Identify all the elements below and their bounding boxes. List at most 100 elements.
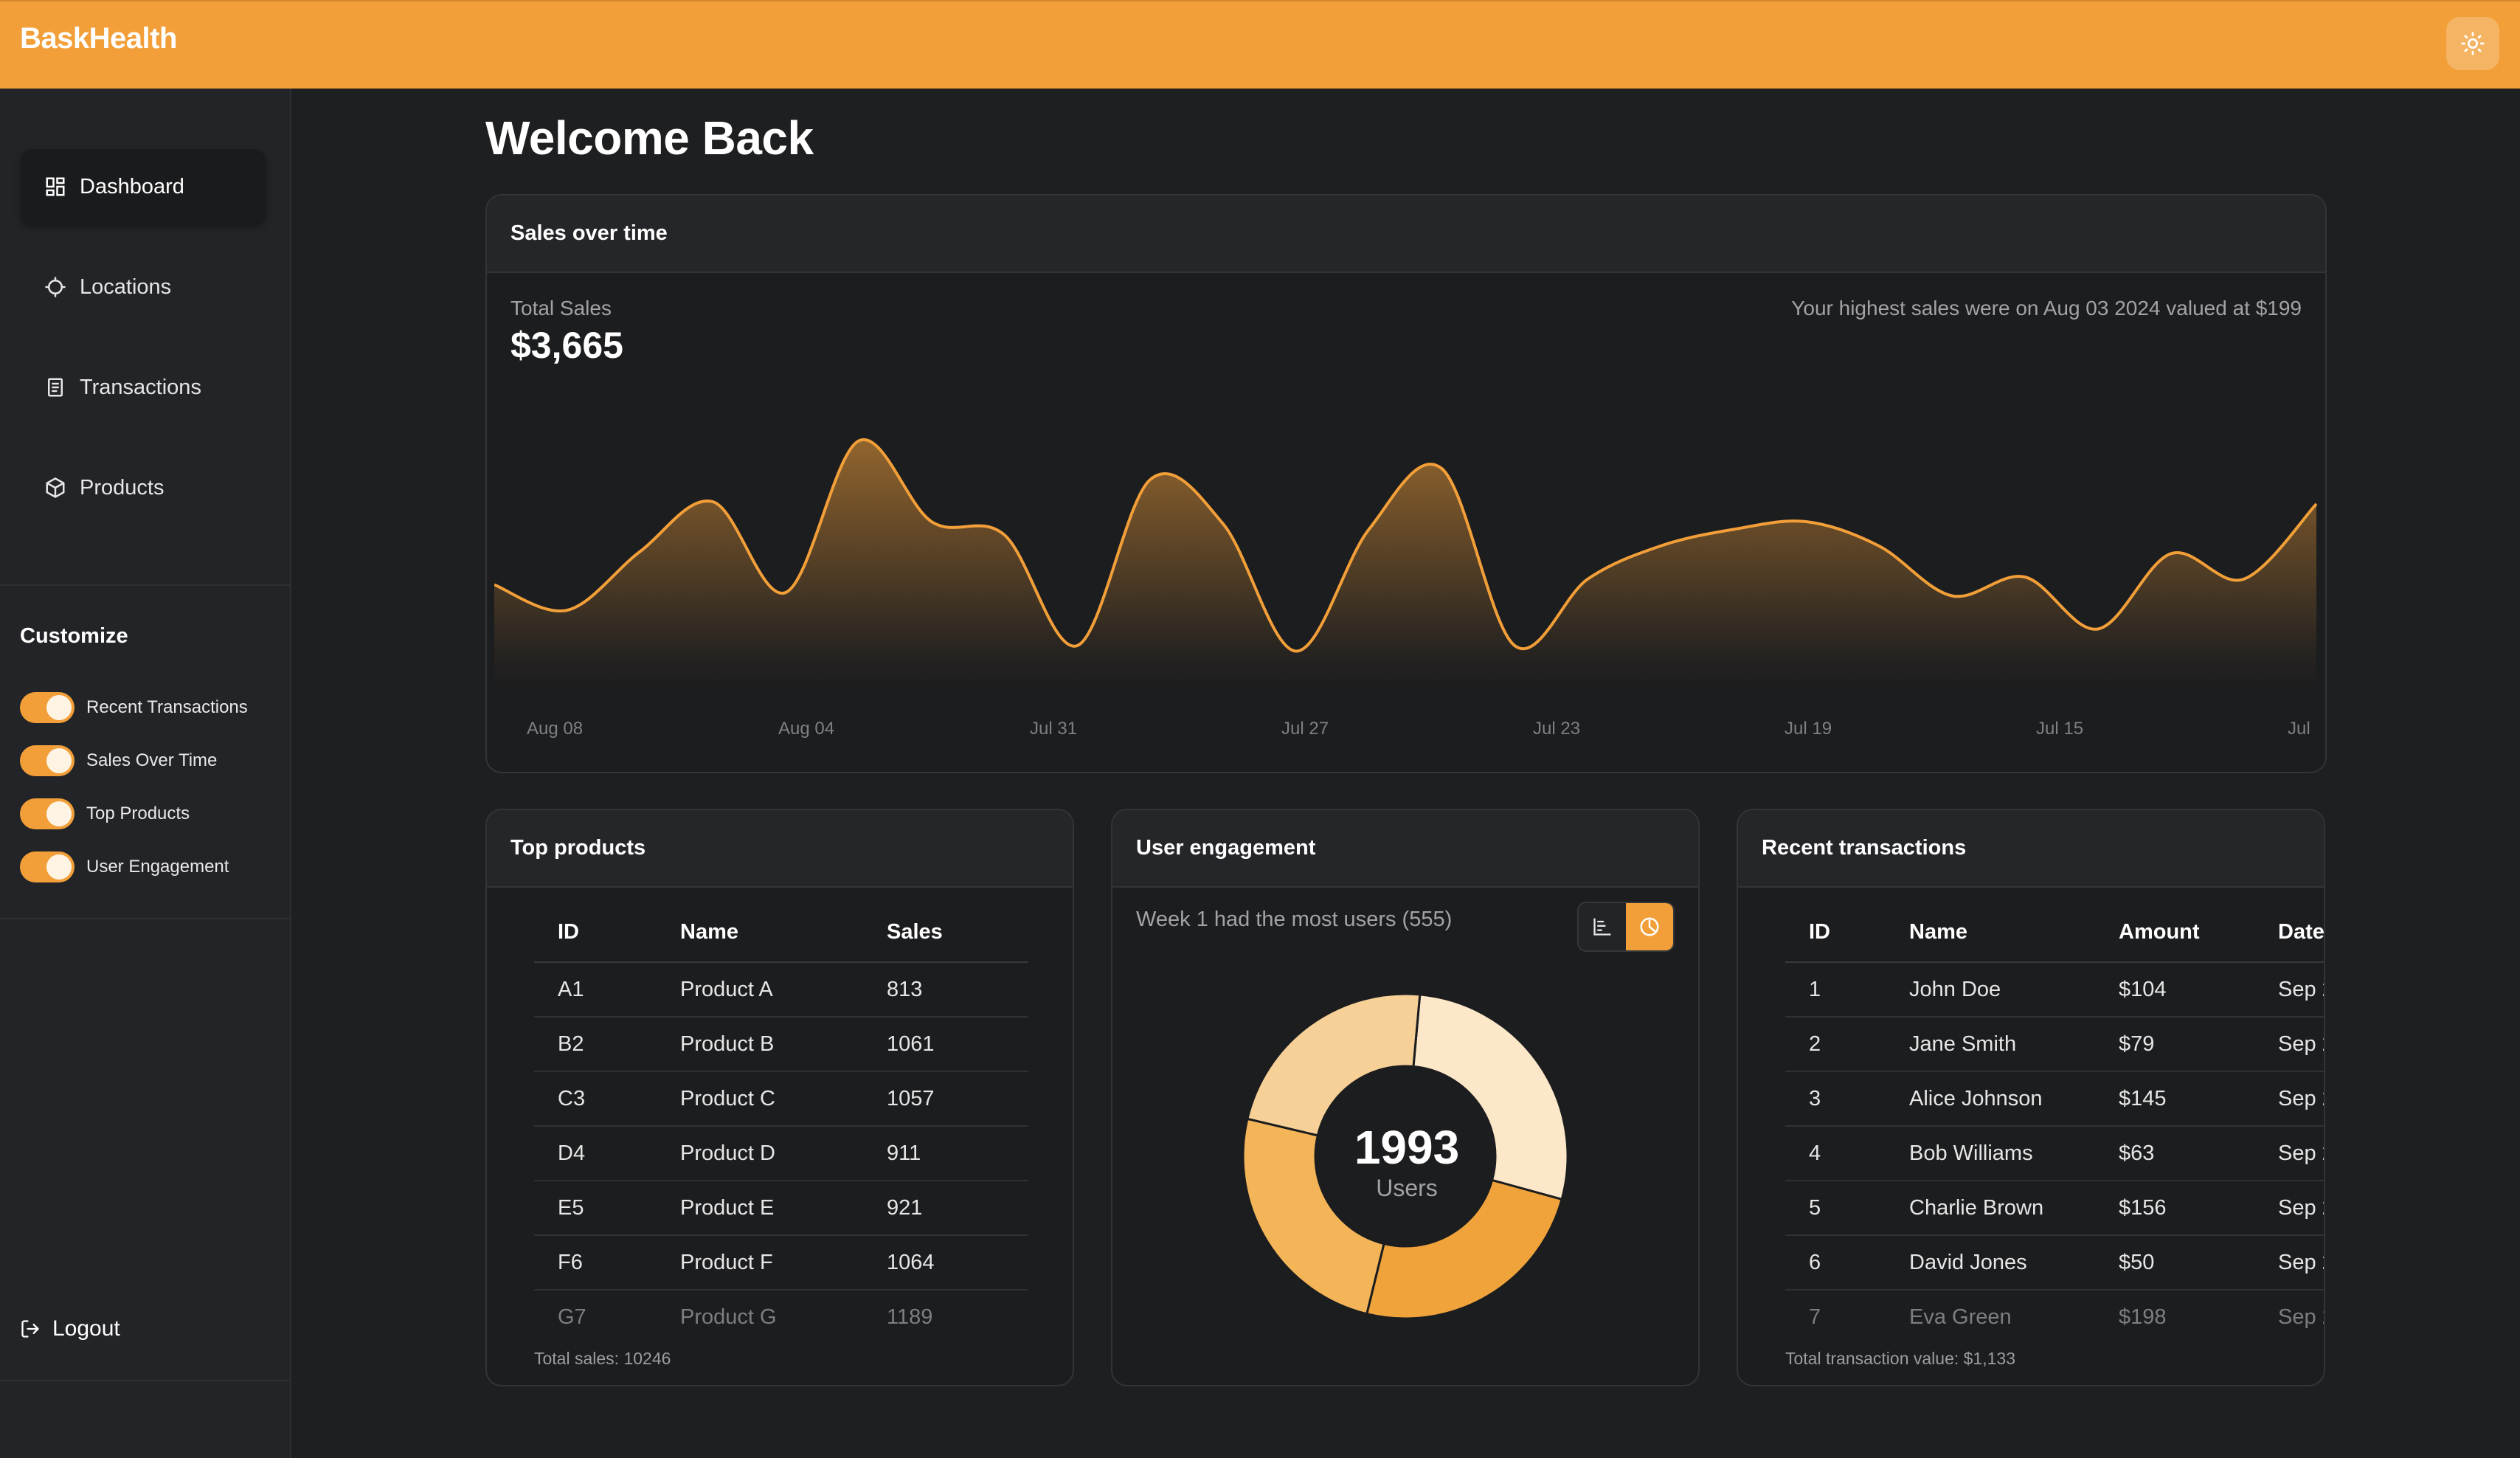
sidebar-item-label: Products [80,475,165,500]
sidebar-divider [0,584,290,586]
cell-id: B2 [534,1017,657,1072]
donut-slice[interactable] [1246,992,1422,1137]
table-row[interactable]: 7 Eva Green $198 Sep 2 [1785,1290,2324,1344]
brand-logo[interactable]: BaskHealth [20,22,177,55]
x-axis-tick-label: Jul 23 [1533,719,1580,739]
box-icon [46,477,65,498]
cell-name: Product B [657,1017,863,1072]
toggle-sales-over-time[interactable]: Sales Over Time [20,745,217,776]
pie-chart-icon [1640,917,1659,936]
user-engagement-card: User engagement Week 1 had the most user… [1111,809,1700,1386]
sidebar-item-locations[interactable]: Locations [21,249,266,325]
table-row[interactable]: F6 Product F 1064 [534,1235,1028,1291]
toggle-label: Recent Transactions [86,697,248,717]
cell-date: Sep 2 [2254,1181,2324,1236]
toggle-switch[interactable] [20,798,75,829]
table-row[interactable]: 1John Doe$104Sep 2 [1785,962,2324,1018]
table-row[interactable]: 5Charlie Brown$156Sep 2 [1785,1181,2324,1236]
cell-date: Sep 2 [2278,1305,2324,1329]
cell-amount: $145 [2095,1071,2254,1127]
toggle-user-engagement[interactable]: User Engagement [20,851,229,882]
cell-sales: 813 [863,962,1028,1018]
x-axis-tick-label: Jul 27 [1281,719,1329,739]
cell-name: Product F [657,1235,863,1291]
toggle-switch[interactable] [20,745,75,776]
cell-name: Charlie Brown [1886,1181,2095,1236]
receipt-icon [48,378,63,397]
table-row[interactable]: G7 Product G 1189 [534,1290,1028,1344]
top-bar: BaskHealth [0,0,2520,89]
sidebar-divider [0,1380,290,1381]
top-products-table: ID Name Sales A1 Product A 813 B2 Product B… [534,903,1028,1344]
cell-id: 1 [1785,962,1886,1018]
x-axis-tick-label: Aug 04 [778,719,834,739]
cell-id: G7 [558,1305,586,1329]
cell-name: Bob Williams [1886,1126,2095,1181]
sidebar-item-label: Locations [80,274,172,299]
total-sales-value: $3,665 [510,325,623,366]
toggle-switch[interactable] [20,851,75,882]
x-axis-tick-label: Jul 31 [1030,719,1077,739]
sidebar-item-label: Transactions [80,375,201,399]
toggle-label: Top Products [86,804,190,823]
cell-id: F6 [534,1235,657,1291]
logout-button[interactable]: Logout [20,1316,120,1341]
toggle-label: Sales Over Time [86,750,218,770]
location-icon [45,277,66,297]
column-header[interactable]: Amount [2095,903,2254,963]
theme-toggle-button[interactable] [2446,17,2499,70]
table-row[interactable]: D4 Product D 911 [534,1126,1028,1181]
table-row[interactable]: A1 Product A 813 [534,962,1028,1018]
sidebar-item-products[interactable]: Products [21,450,266,525]
table-row[interactable]: B2 Product B 1061 [534,1017,1028,1072]
column-header[interactable]: ID [534,903,657,963]
cell-name: Product C [657,1071,863,1127]
x-axis-tick-label: Jul [2288,719,2310,739]
cell-date: Sep 2 [2254,1071,2324,1127]
table-row[interactable]: E5 Product E 921 [534,1181,1028,1236]
toggle-top-products[interactable]: Top Products [20,798,190,829]
recent-transactions-card: Recent transactions ID Name Amount Date … [1737,809,2325,1386]
bar-chart-icon [1593,918,1611,936]
sidebar-item-transactions[interactable]: Transactions [21,350,266,425]
sales-over-time-card: Sales over time Total Sales $3,665 Your … [485,194,2327,773]
page-title: Welcome Back [485,111,814,165]
sidebar: Dashboard Locations Transactions Product… [0,89,291,1458]
recent-transactions-table: ID Name Amount Date 1John Doe$104Sep 2 2… [1785,903,2324,1344]
total-users-number: 1993 [1354,1121,1460,1174]
column-header[interactable]: Name [1886,903,2095,963]
bar-chart-button[interactable] [1579,903,1626,950]
table-row[interactable]: 2Jane Smith$79Sep 2 [1785,1017,2324,1072]
toggle-recent-transactions[interactable]: Recent Transactions [20,692,248,723]
cell-id: A1 [534,962,657,1018]
sidebar-item-label: Dashboard [80,174,184,198]
pie-chart-button[interactable] [1626,903,1673,950]
sidebar-item-dashboard[interactable]: Dashboard [21,149,266,224]
column-header[interactable]: Name [657,903,863,963]
column-header[interactable]: Sales [863,903,1028,963]
cell-id: 3 [1785,1071,1886,1127]
sales-area-chart[interactable]: Aug 08 Aug 04 Jul 31 Jul 27 Jul 23 Jul 19 Jul … [494,373,2321,742]
cell-id: 4 [1785,1126,1886,1181]
sun-icon [2461,32,2485,55]
x-axis-tick-label: Jul 15 [2036,719,2083,739]
card-title: User engagement [1112,810,1698,888]
table-row[interactable]: 6David Jones$50Sep 2 [1785,1235,2324,1291]
table-row[interactable]: 3Alice Johnson$145Sep 2 [1785,1071,2324,1127]
cell-name: Eva Green [1909,1305,2012,1329]
column-header[interactable]: Date [2254,903,2324,963]
cell-name: Alice Johnson [1886,1071,2095,1127]
table-row[interactable]: C3 Product C 1057 [534,1071,1028,1127]
toggle-switch[interactable] [20,692,75,723]
cell-sales: 1057 [863,1071,1028,1127]
cell-amount: $104 [2095,962,2254,1018]
cell-name: Product E [657,1181,863,1236]
cell-id: D4 [534,1126,657,1181]
highest-sales-note: Your highest sales were on Aug 03 2024 v… [1791,297,2302,319]
column-header[interactable]: ID [1785,903,1886,963]
table-row[interactable]: 4Bob Williams$63Sep 2 [1785,1126,2324,1181]
cell-id: C3 [534,1071,657,1127]
cell-id: 5 [1785,1181,1886,1236]
cell-sales: 1189 [887,1305,933,1329]
cell-sales: 1061 [863,1017,1028,1072]
